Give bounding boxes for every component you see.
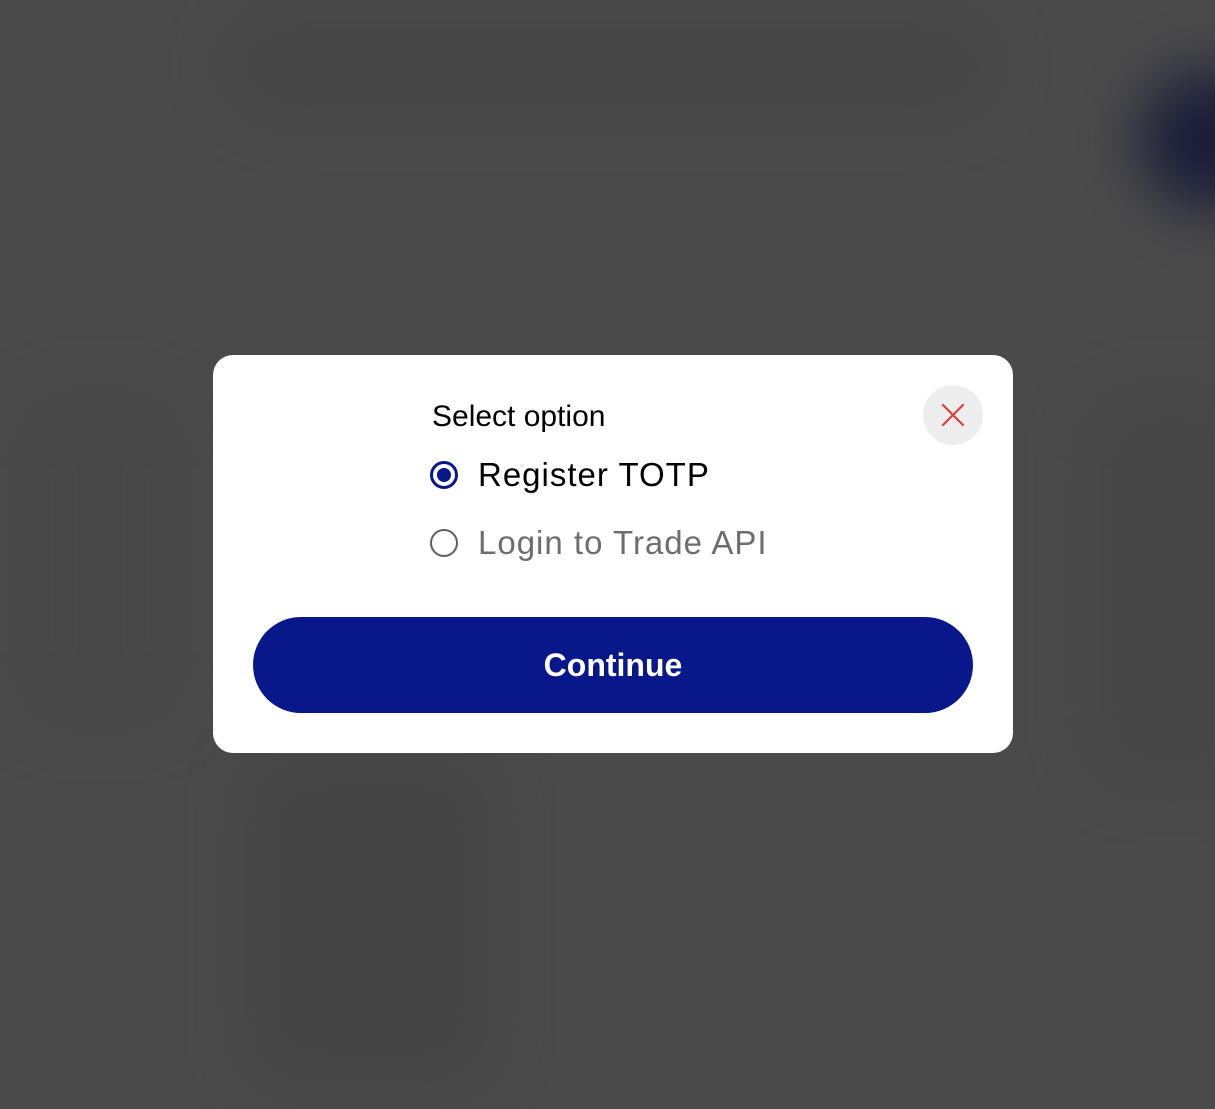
- option-register-totp[interactable]: Register TOTP: [430, 455, 710, 495]
- continue-button[interactable]: Continue: [253, 617, 973, 713]
- option-label-register-totp: Register TOTP: [478, 456, 710, 493]
- radio-login-trade-api[interactable]: [430, 529, 458, 557]
- option-login-trade-api[interactable]: Login to Trade API: [430, 523, 768, 563]
- background-panel-right: [1090, 400, 1215, 780]
- select-option-dialog: Select option Register TOTP Login to Tra…: [213, 355, 1013, 753]
- close-button[interactable]: [923, 385, 983, 445]
- background-avatar: [1140, 70, 1215, 210]
- close-icon: [941, 403, 965, 427]
- background-header: [230, 20, 990, 110]
- dialog-title: Select option: [432, 400, 606, 433]
- background-panel-left: [20, 400, 180, 720]
- option-label-login-trade-api: Login to Trade API: [478, 524, 768, 561]
- radio-register-totp[interactable]: [430, 461, 458, 489]
- background-device: [250, 760, 490, 1080]
